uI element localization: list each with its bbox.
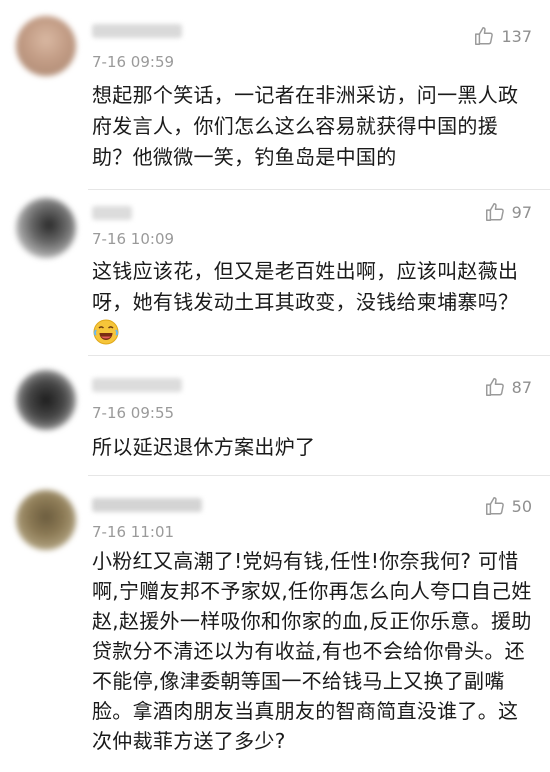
thumbs-up-icon bbox=[485, 497, 504, 515]
username-blurred[interactable] bbox=[92, 378, 182, 392]
thumbs-up-icon bbox=[485, 378, 504, 396]
like-count: 137 bbox=[501, 26, 532, 46]
comment-item: 7-16 10:09 97 这钱应该花，但又是老百姓出啊，应该叫赵薇出呀，她有钱… bbox=[0, 190, 550, 354]
comment-item: 7-16 09:55 87 所以延迟退休方案出炉了 bbox=[0, 356, 550, 476]
comment-time: 7-16 09:59 bbox=[92, 53, 175, 71]
like-button[interactable]: 87 bbox=[484, 376, 532, 398]
like-button[interactable]: 137 bbox=[473, 25, 532, 47]
comment-time: 7-16 11:01 bbox=[92, 523, 175, 541]
avatar[interactable] bbox=[16, 490, 76, 550]
comment-text: 小粉红又高潮了!党妈有钱,任性!你奈我何? 可惜啊,宁赠友邦不予家奴,任你再怎么… bbox=[92, 549, 532, 753]
username-blurred[interactable] bbox=[92, 498, 202, 512]
like-count: 97 bbox=[511, 202, 532, 222]
like-button[interactable]: 97 bbox=[484, 201, 532, 223]
avatar[interactable] bbox=[16, 370, 76, 430]
thumbs-up-icon bbox=[475, 27, 494, 45]
comment-text: 想起那个笑话，一记者在非洲采访，问一黑人政府发言人，你们怎么这么容易就获得中国的… bbox=[92, 83, 519, 169]
laughing-crying-emoji-icon bbox=[93, 319, 119, 345]
comment-time: 7-16 10:09 bbox=[92, 230, 175, 248]
thumbs-up-icon bbox=[485, 203, 504, 221]
like-count: 50 bbox=[511, 496, 532, 516]
comment-time: 7-16 09:55 bbox=[92, 404, 175, 422]
comment-item: 7-16 11:01 50 小粉红又高潮了!党妈有钱,任性!你奈我何? 可惜啊,… bbox=[0, 476, 550, 772]
username-blurred[interactable] bbox=[92, 24, 182, 38]
like-count: 87 bbox=[511, 377, 532, 397]
username-blurred[interactable] bbox=[92, 206, 132, 220]
comment-feed: 7-16 09:59 137 想起那个笑话，一记者在非洲采访，问一黑人政府发言人… bbox=[0, 0, 550, 772]
like-button[interactable]: 50 bbox=[484, 495, 532, 517]
comment-text: 所以延迟退休方案出炉了 bbox=[92, 435, 316, 459]
comment-item: 7-16 09:59 137 想起那个笑话，一记者在非洲采访，问一黑人政府发言人… bbox=[0, 0, 550, 190]
avatar[interactable] bbox=[16, 16, 76, 76]
comment-text: 这钱应该花，但又是老百姓出啊，应该叫赵薇出呀，她有钱发动土耳其政变，没钱给柬埔寨… bbox=[92, 259, 519, 314]
avatar[interactable] bbox=[16, 198, 76, 258]
